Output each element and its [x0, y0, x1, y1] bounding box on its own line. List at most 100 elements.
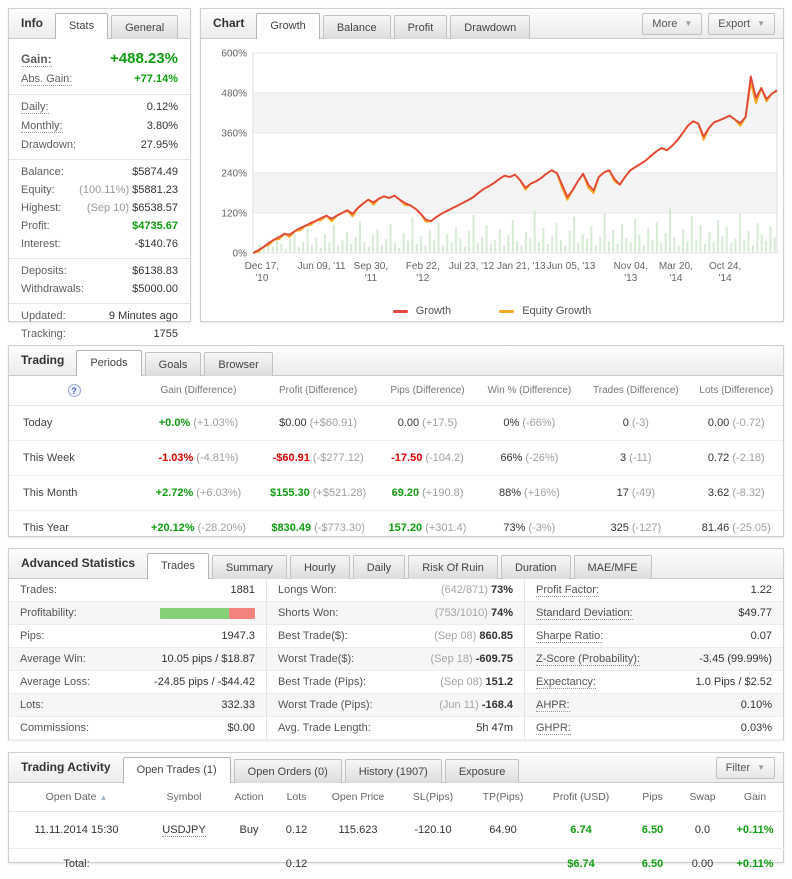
filter-button[interactable]: Filter ▼ [716, 757, 775, 779]
tab-stats[interactable]: Stats [55, 13, 108, 39]
volume-bar [761, 235, 763, 253]
tab-exposure[interactable]: Exposure [445, 759, 519, 783]
symbol-link[interactable]: USDJPY [162, 824, 205, 837]
periods-column-header: Pips (Difference) [378, 376, 476, 406]
open-trade-value: 0.0 [695, 824, 710, 836]
volume-bar [368, 247, 370, 253]
volume-bar [486, 225, 488, 253]
advanced-stat-label: Commissions: [20, 722, 89, 734]
volume-bar [695, 239, 697, 253]
info-value-prefix: (Sep 10) [87, 202, 129, 214]
info-label[interactable]: Daily: [21, 101, 49, 114]
info-label[interactable]: Gain: [21, 52, 52, 67]
advanced-stat-label[interactable]: Standard Deviation: [536, 607, 633, 620]
periods-row: This Week-1.03%(-4.81%)-$60.91(-$277.12)… [9, 441, 783, 476]
tab-trades[interactable]: Trades [147, 553, 209, 579]
advanced-stat-value: 1881 [231, 584, 255, 596]
open-trade-value: -120.10 [414, 824, 451, 836]
advanced-stat-label: Trades: [20, 584, 57, 596]
growth-chart-svg[interactable]: 600%480%360%240%120%0%Dec 17,'10Jun 09, … [201, 41, 783, 291]
periods-header-help: ? [9, 376, 139, 406]
more-button[interactable]: More ▼ [642, 13, 702, 35]
profitability-bar-loss [229, 608, 255, 619]
advanced-stat-label[interactable]: Expectancy: [536, 676, 596, 689]
advanced-stat-label[interactable]: Z-Score (Probability): [536, 653, 640, 666]
period-cell: $830.49(-$773.30) [258, 511, 378, 546]
period-cell: 0.00(+17.5) [378, 406, 476, 441]
volume-bar [564, 246, 566, 253]
period-label: This Month [9, 476, 139, 511]
volume-bar [324, 234, 326, 253]
advanced-stat-value: 10.05 pips / $18.87 [161, 653, 255, 665]
advanced-stat-label[interactable]: AHPR: [536, 699, 570, 712]
tab-risk-of-ruin[interactable]: Risk Of Ruin [408, 555, 498, 579]
info-row: Withdrawals:$5000.00 [9, 280, 190, 298]
tab-duration[interactable]: Duration [501, 555, 571, 579]
advanced-stat-label: Longs Won: [278, 584, 337, 596]
tab-goals[interactable]: Goals [145, 352, 202, 376]
advanced-stat-cell: Average Loss:-24.85 pips / -$44.42 [9, 671, 267, 694]
tab-hourly[interactable]: Hourly [290, 555, 350, 579]
info-label[interactable]: Monthly: [21, 120, 63, 133]
total-value: 0.12 [286, 858, 307, 870]
volume-bar [307, 228, 309, 253]
tab-profit[interactable]: Profit [394, 15, 448, 39]
tab-balance[interactable]: Balance [323, 15, 391, 39]
tab-daily[interactable]: Daily [353, 555, 405, 579]
period-cell: 69.20(+190.8) [378, 476, 476, 511]
volume-bar [342, 240, 344, 253]
advanced-stat-label[interactable]: Profit Factor: [536, 584, 599, 597]
tab-history[interactable]: History (1907) [345, 759, 442, 783]
advanced-stat-cell: Longs Won:(642/871)73% [267, 579, 525, 602]
tab-mae-mfe[interactable]: MAE/MFE [574, 555, 652, 579]
volume-bar [298, 247, 300, 253]
y-axis-tick-label: 240% [221, 169, 247, 180]
profitability-bar [160, 608, 255, 619]
advanced-stat-label: Average Loss: [20, 676, 90, 688]
volume-bar [420, 236, 422, 253]
info-group: Balance:$5874.49Equity:(100.11%)$5881.23… [9, 160, 190, 259]
volume-bar [529, 238, 531, 253]
tab-general[interactable]: General [111, 15, 178, 39]
advanced-stat-number: 151.2 [485, 676, 513, 688]
volume-bar [433, 240, 435, 253]
total-row: Total:0.12$6.746.500.00+0.11% [9, 849, 785, 879]
tab-drawdown[interactable]: Drawdown [450, 15, 530, 39]
info-panel: Info Stats General Gain:+488.23%Abs. Gai… [8, 8, 191, 322]
volume-bar [708, 232, 710, 253]
activity-column-header: SL(Pips) [397, 783, 469, 812]
tab-browser[interactable]: Browser [204, 352, 272, 376]
info-value: -$140.76 [135, 238, 178, 250]
tab-open-trades[interactable]: Open Trades (1) [123, 757, 231, 783]
period-cell: 73%(-3%) [477, 511, 582, 546]
info-label[interactable]: Abs. Gain: [21, 73, 72, 86]
period-cell: 157.20(+301.4) [378, 511, 476, 546]
export-button[interactable]: Export ▼ [708, 13, 775, 35]
tab-summary[interactable]: Summary [212, 555, 287, 579]
activity-column-header: Pips [625, 783, 680, 812]
tab-growth[interactable]: Growth [256, 13, 319, 39]
open-trade-value: Buy [240, 824, 259, 836]
advanced-stat-number: $49.77 [738, 607, 772, 619]
advanced-stat-label[interactable]: GHPR: [536, 722, 571, 735]
advanced-stat-cell: Pips:1947.3 [9, 625, 267, 648]
open-trade-value: 115.623 [339, 824, 378, 836]
info-value: 3.80% [147, 120, 178, 132]
tab-periods[interactable]: Periods [76, 350, 141, 376]
tab-open-orders[interactable]: Open Orders (0) [234, 759, 342, 783]
period-difference: (-28.20%) [198, 522, 246, 534]
info-value: $6138.83 [132, 265, 178, 277]
periods-row: This Month+2.72%(+6.03%)$155.30(+$521.28… [9, 476, 783, 511]
volume-bar [490, 244, 492, 253]
activity-column-header[interactable]: Open Date▲ [9, 783, 144, 812]
open-trade-cell: USDJPY [144, 812, 224, 849]
chart-panel-header: Chart Growth Balance Profit Drawdown Mor… [201, 9, 783, 39]
volume-bar [604, 213, 606, 253]
advanced-stat-label[interactable]: Sharpe Ratio: [536, 630, 603, 643]
total-cell: +0.11% [725, 849, 785, 879]
help-icon[interactable]: ? [68, 384, 81, 397]
volume-bar [499, 229, 501, 253]
volume-bar [289, 239, 291, 253]
total-cell: $6.74 [537, 849, 625, 879]
total-cell: 6.50 [625, 849, 680, 879]
